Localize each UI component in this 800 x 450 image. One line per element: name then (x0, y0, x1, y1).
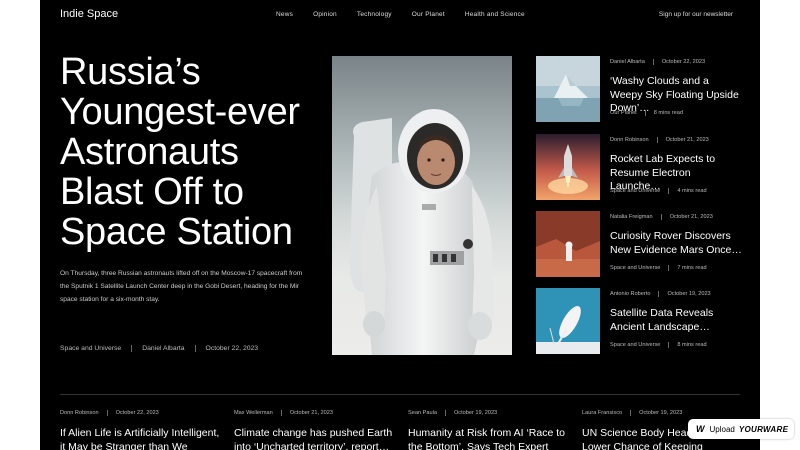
side-article[interactable]: Donn Robinson October 21, 2023 Rocket La… (536, 134, 746, 202)
meta-separator (652, 59, 654, 65)
article-meta: Sean Paula October 19, 2023 (408, 410, 568, 416)
main-nav: News Opinion Technology Our Planet Healt… (276, 11, 545, 18)
meta-separator (660, 214, 662, 220)
newsletter-signup-link[interactable]: Sign up for our newsletter (659, 11, 733, 18)
meta-separator (630, 410, 632, 416)
upload-badge[interactable]: W Upload YOURWARE (688, 419, 794, 439)
meta-separator (444, 410, 446, 416)
article-author[interactable]: Laura Fransisco (582, 410, 622, 416)
mars-thumbnail[interactable] (536, 211, 600, 277)
article-author[interactable]: Donn Robinson (610, 137, 649, 143)
hero-author[interactable]: Daniel Albarta (142, 345, 184, 352)
article-category[interactable]: Space and Universe (610, 342, 660, 348)
article-meta: Antonio Roberto October 19, 2023 (610, 291, 711, 297)
article-author[interactable]: Natalia Freigman (610, 214, 653, 220)
site-logo[interactable]: Indie Space (60, 8, 118, 20)
article-date: October 21, 2023 (289, 410, 333, 416)
bottom-article[interactable]: Sean Paula October 19, 2023 Humanity at … (408, 410, 568, 450)
meta-separator (658, 291, 660, 297)
page: Indie Space News Opinion Technology Our … (40, 0, 760, 450)
nav-health-and-science[interactable]: Health and Science (465, 11, 525, 18)
meta-separator (668, 265, 670, 271)
side-article[interactable]: Daniel Albarta October 22, 2023 ‘Washy C… (536, 56, 746, 124)
nav-news[interactable]: News (276, 11, 293, 18)
article-author[interactable]: Max Wellerman (234, 410, 273, 416)
article-category[interactable]: Space and Universe (610, 188, 660, 194)
article-author[interactable]: Antonio Roberto (610, 291, 650, 297)
article-read-time: 7 mins read (677, 265, 707, 271)
hero-headline[interactable]: Russia’s Youngest-ever Astronauts Blast … (60, 52, 320, 252)
article-date: October 19, 2023 (667, 291, 711, 297)
rocket-thumbnail[interactable] (536, 134, 600, 200)
bottom-article[interactable]: Donn Robinson October 22, 2023 If Alien … (60, 410, 220, 450)
article-meta: Daniel Albarta October 22, 2023 (610, 59, 705, 65)
meta-separator (106, 410, 108, 416)
meta-separator (668, 342, 670, 348)
nav-our-planet[interactable]: Our Planet (412, 11, 445, 18)
article-meta: Space and Universe 7 mins read (610, 265, 707, 271)
upload-label: Upload (709, 424, 735, 434)
article-date: October 21, 2023 (669, 214, 713, 220)
article-date: October 22, 2023 (115, 410, 159, 416)
astronaut-image[interactable] (332, 56, 512, 355)
article-date: October 21, 2023 (665, 137, 709, 143)
article-title[interactable]: Curiosity Rover Discovers New Evidence M… (610, 230, 742, 257)
nav-technology[interactable]: Technology (357, 11, 392, 18)
article-meta: Laura Fransisco October 19, 2023 (582, 410, 742, 416)
article-meta: Donn Robinson October 21, 2023 (610, 137, 709, 143)
article-author[interactable]: Donn Robinson (60, 410, 99, 416)
article-date: October 22, 2023 (661, 59, 706, 65)
iceberg-thumbnail[interactable] (536, 56, 600, 122)
meta-separator (668, 188, 670, 194)
article-title[interactable]: Humanity at Risk from AI ‘Race to the Bo… (408, 427, 568, 450)
article-meta: Donn Robinson October 22, 2023 (60, 410, 220, 416)
bottom-article[interactable]: Max Wellerman October 21, 2023 Climate c… (234, 410, 394, 450)
article-title[interactable]: If Alien Life is Artificially Intelligen… (60, 427, 220, 450)
satellite-dish-thumbnail[interactable] (536, 288, 600, 354)
article-meta: Space and Universe 8 mins read (610, 342, 707, 348)
meta-separator (644, 110, 646, 116)
article-date: October 19, 2023 (639, 410, 683, 416)
article-read-time: 8 mins read (653, 110, 683, 116)
article-title[interactable]: Satellite Data Reveals Ancient Landscape… (610, 307, 742, 334)
article-category[interactable]: Space and Universe (610, 265, 660, 271)
hero-meta: Space and Universe Daniel Albarta Octobe… (60, 345, 258, 352)
meta-separator (280, 410, 282, 416)
hero-date: October 22, 2023 (205, 345, 259, 352)
article-date: October 19, 2023 (453, 410, 498, 416)
nav-opinion[interactable]: Opinion (313, 11, 337, 18)
yourware-logo-icon: W (696, 424, 705, 434)
article-meta: Max Wellerman October 21, 2023 (234, 410, 394, 416)
side-article[interactable]: Natalia Freigman October 21, 2023 Curios… (536, 211, 746, 279)
article-meta: Our Planet 8 mins read (610, 110, 683, 116)
article-author[interactable]: Daniel Albarta (610, 59, 645, 65)
brand-name: YOURWARE (738, 424, 789, 434)
article-read-time: 4 mins read (677, 188, 707, 194)
meta-separator (194, 345, 196, 352)
article-meta: Space and Universe 4 mins read (610, 188, 707, 194)
article-category[interactable]: Our Planet (610, 110, 637, 116)
hero-category[interactable]: Space and Universe (60, 345, 121, 352)
astronaut-illustration (349, 109, 495, 355)
meta-separator (656, 137, 658, 143)
article-author[interactable]: Sean Paula (408, 410, 437, 416)
section-divider (60, 394, 740, 395)
hero-description: On Thursday, three Russian astronauts li… (60, 270, 303, 303)
article-read-time: 8 mins read (677, 342, 707, 348)
article-title[interactable]: Climate change has pushed Earth into ‘Un… (234, 427, 394, 450)
article-meta: Natalia Freigman October 21, 2023 (610, 214, 713, 220)
meta-separator (131, 345, 133, 352)
top-navigation: Indie Space News Opinion Technology Our … (40, 0, 760, 30)
side-article[interactable]: Antonio Roberto October 19, 2023 Satelli… (536, 288, 746, 356)
